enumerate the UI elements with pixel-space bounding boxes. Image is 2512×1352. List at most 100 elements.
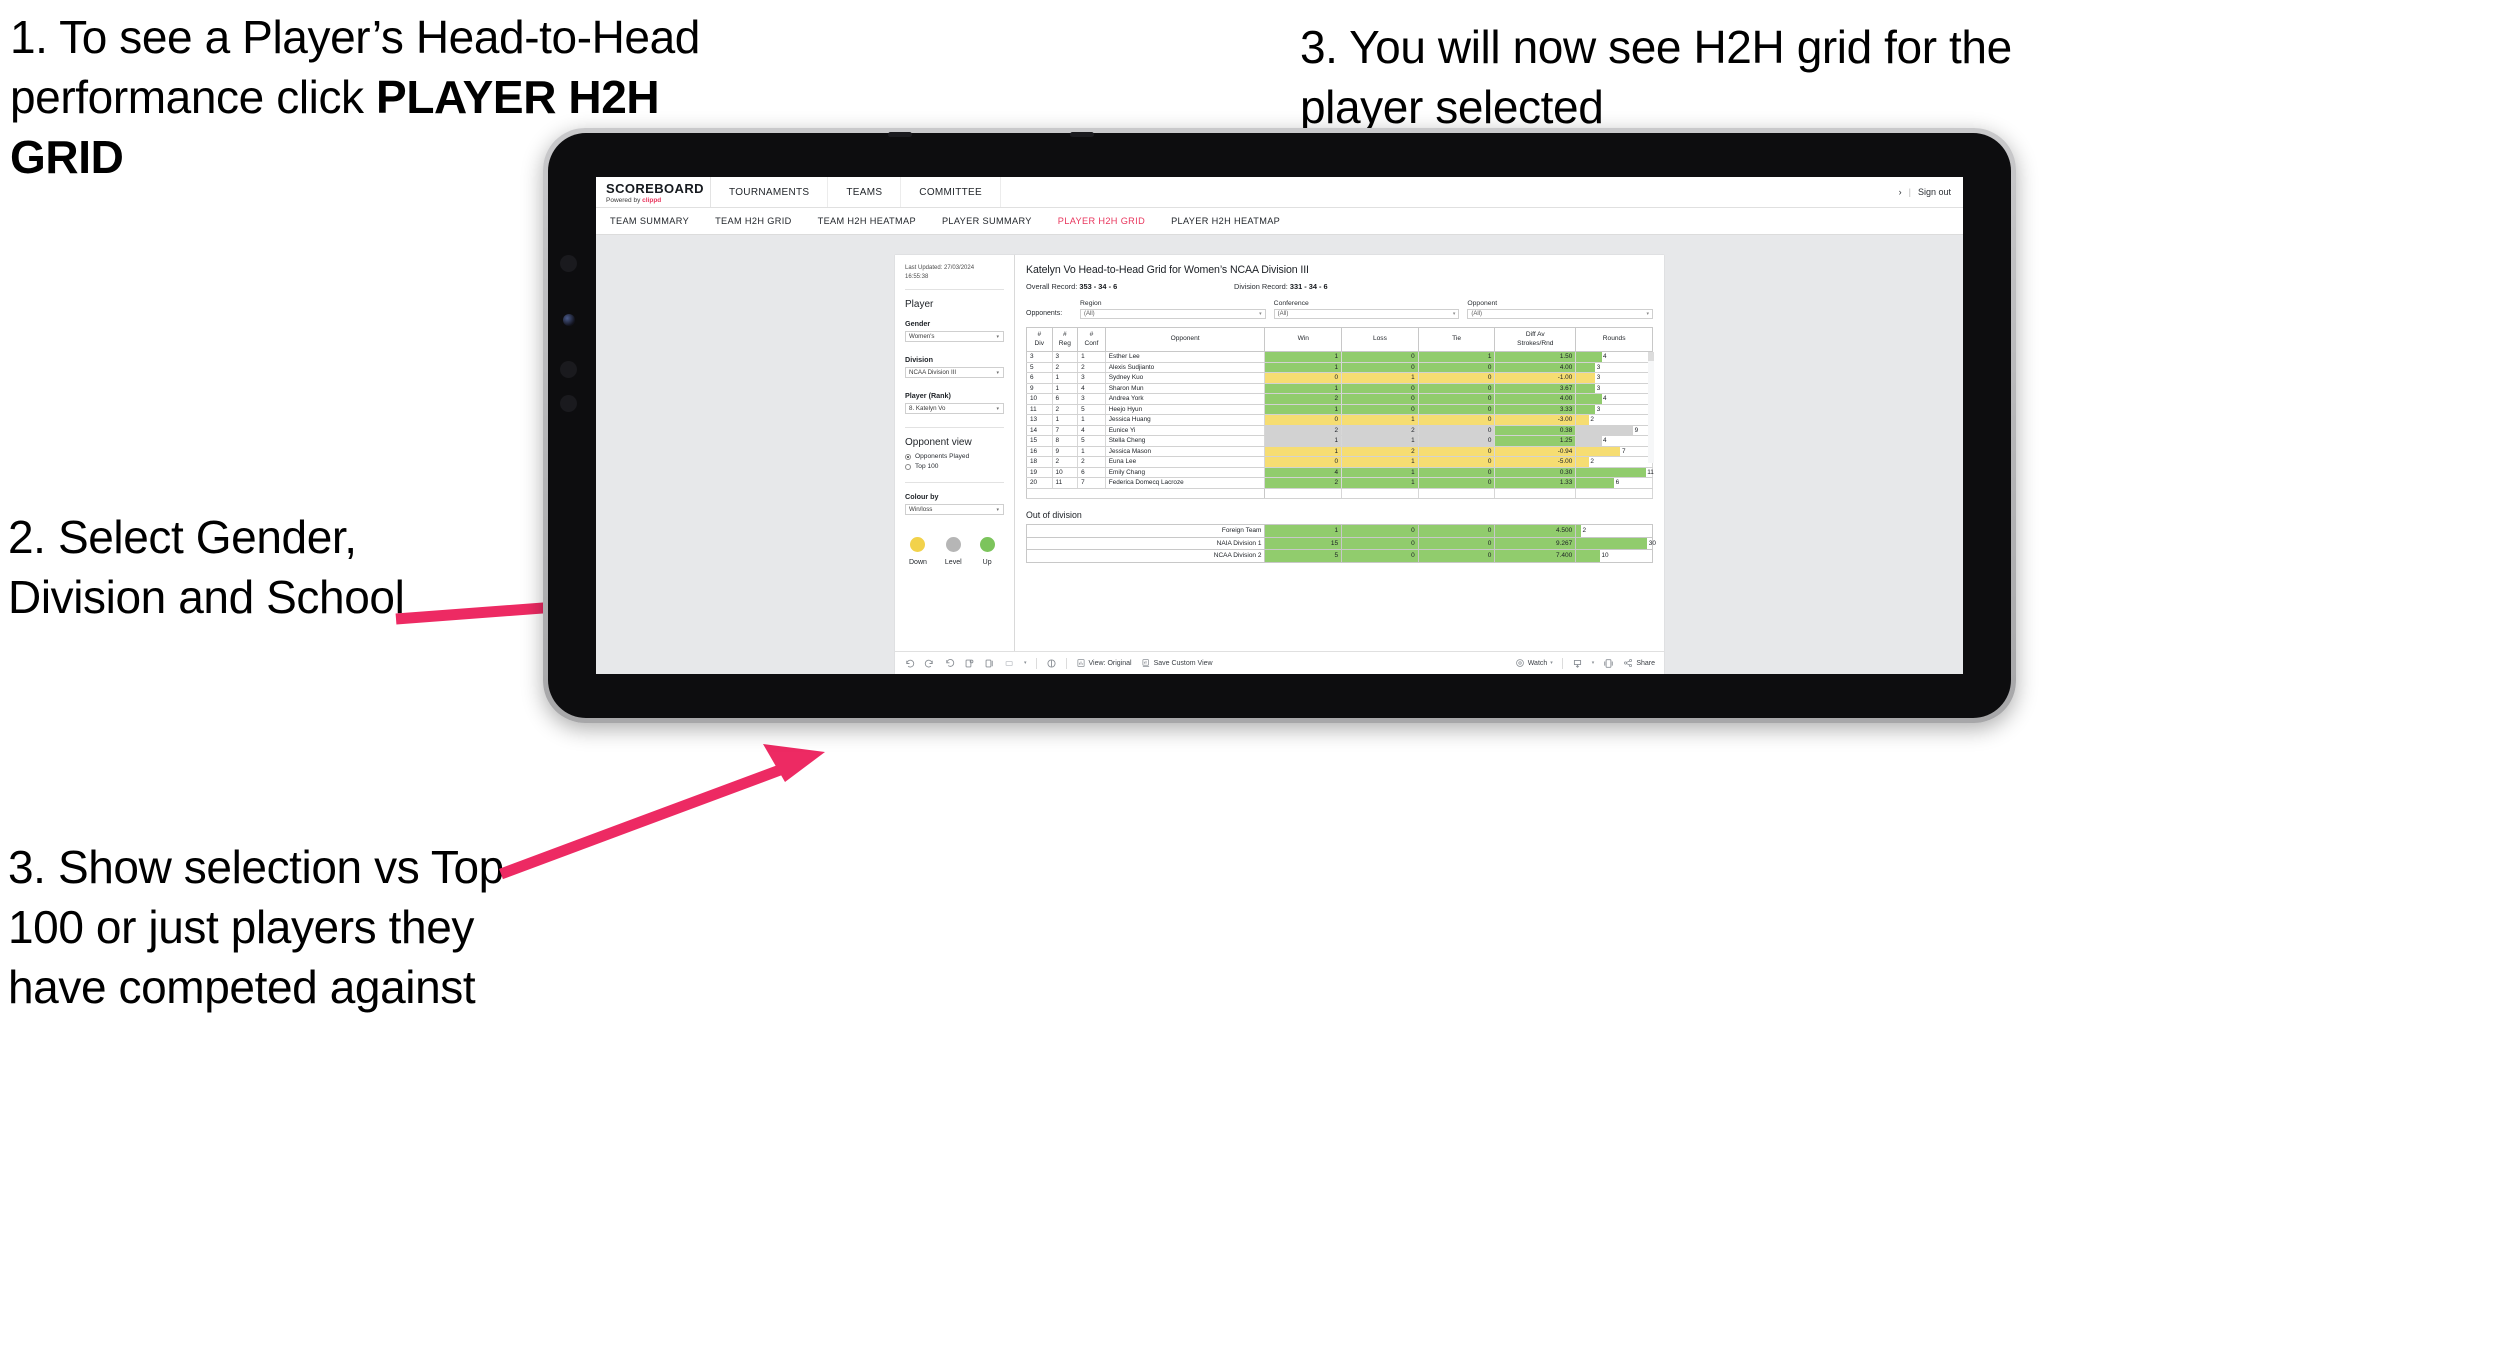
table-row[interactable]: 18 2 2 Euna Lee 0 1 0 -5.00 2: [1026, 456, 1653, 468]
app-logo-text: SCOREBOARD: [606, 180, 704, 196]
cell-win: 5: [1264, 549, 1343, 563]
dashboard-container: Last Updated: 27/03/2024 16:55:38 Player…: [895, 255, 1664, 674]
table-row[interactable]: 20 11 7 Federica Domecq Lacroze 2 1 0 1.33 6: [1026, 477, 1653, 489]
revert-icon[interactable]: [944, 658, 955, 669]
division-record-label: Division Record:: [1234, 282, 1290, 291]
redo-icon[interactable]: [924, 658, 935, 669]
cell-loss: 2: [1341, 425, 1419, 436]
chevron-down-icon[interactable]: ▾: [1592, 660, 1595, 666]
region-select[interactable]: (All) ▾: [1080, 309, 1266, 319]
view-original-button[interactable]: View: Original: [1076, 658, 1132, 668]
division-select[interactable]: NCAA Division III ▾: [905, 367, 1004, 378]
cell-div: 9: [1026, 383, 1053, 394]
tab-team-summary[interactable]: TEAM SUMMARY: [610, 216, 689, 226]
nav-item-teams[interactable]: TEAMS: [828, 177, 902, 207]
download-icon[interactable]: [1572, 658, 1583, 669]
cell-conf: 2: [1077, 362, 1106, 373]
bezel-sensor-top-1: [888, 132, 912, 137]
table-spacer-row: [1025, 488, 1653, 499]
cell-reg: 1: [1051, 383, 1079, 394]
cell-reg: 10: [1051, 467, 1079, 478]
opponent-select[interactable]: (All) ▾: [1467, 309, 1654, 319]
cell-loss: 0: [1341, 524, 1419, 538]
cell-conf: 1: [1077, 446, 1106, 457]
cell-tie: 0: [1417, 404, 1496, 415]
cell-tie: 0: [1417, 372, 1496, 384]
chevron-down-icon[interactable]: ▾: [1024, 660, 1027, 666]
table-row[interactable]: 3 3 1 Esther Lee 1 0 1 1.50 4: [1026, 351, 1653, 363]
cell-win: 0: [1264, 456, 1343, 468]
table-row[interactable]: 19 10 6 Emily Chang 4 1 0 0.30 11: [1026, 467, 1654, 478]
tab-player-summary[interactable]: PLAYER SUMMARY: [942, 216, 1032, 226]
nav-item-tournaments[interactable]: TOURNAMENTS: [711, 177, 829, 207]
table-row[interactable]: 10 6 3 Andrea York 2 0 0 4.00 4: [1026, 393, 1653, 405]
cell-conf: 1: [1077, 414, 1106, 426]
nav-item-committee[interactable]: COMMITTEE: [901, 177, 1001, 207]
cell-div: 16: [1026, 446, 1053, 457]
share-button[interactable]: Share: [1623, 658, 1655, 668]
cell-win: 1: [1264, 383, 1343, 394]
table-scrollbar-thumb[interactable]: [1648, 352, 1654, 361]
pause-auto-updates-icon[interactable]: [1046, 658, 1057, 669]
toolbar-divider: [1065, 657, 1067, 669]
app-logo-subtitle: Powered by clippd: [606, 197, 710, 204]
table-row[interactable]: Foreign Team 1 0 0 4.500 2: [1025, 524, 1653, 538]
cell-win: 2: [1264, 425, 1343, 436]
table-row[interactable]: NCAA Division 2 5 0 0 7.400 10: [1025, 549, 1653, 563]
cell-loss: 0: [1341, 549, 1419, 563]
cell-diff: 0.30: [1494, 467, 1577, 478]
cell-diff: 4.500: [1494, 524, 1577, 538]
tab-player-h2h-heatmap[interactable]: PLAYER H2H HEATMAP: [1171, 216, 1280, 226]
radio-top-100-label: Top 100: [915, 463, 939, 470]
cell-win: 1: [1264, 404, 1343, 415]
cell-rounds: 3: [1575, 362, 1653, 373]
app-logo[interactable]: SCOREBOARD Powered by clippd: [596, 177, 711, 207]
watch-button[interactable]: Watch ▾: [1515, 658, 1553, 668]
cell-reg: 1: [1051, 414, 1079, 426]
save-custom-view-button[interactable]: Save Custom View: [1141, 658, 1213, 668]
account-chevron-icon[interactable]: ›: [1899, 187, 1902, 197]
table-row[interactable]: 13 1 1 Jessica Huang 0 1 0 -3.00 2: [1026, 414, 1653, 426]
cell-conf: 3: [1077, 372, 1106, 384]
cell-opponent: Jessica Huang: [1104, 414, 1266, 426]
dashboard-main: Last Updated: 27/03/2024 16:55:38 Player…: [895, 255, 1664, 651]
table-scrollbar-track[interactable]: [1648, 352, 1654, 463]
table-row[interactable]: 11 2 5 Heejo Hyun 1 0 0 3.33 3: [1026, 404, 1653, 415]
powered-by-text: Powered by: [606, 196, 643, 204]
legend-item-down: Down: [909, 537, 927, 566]
colour-by-select[interactable]: Win/loss ▾: [905, 504, 1004, 515]
cell-opponent: NAIA Division 1: [1025, 536, 1266, 550]
filter-panel: Last Updated: 27/03/2024 16:55:38 Player…: [895, 255, 1015, 651]
chevron-down-icon: ▾: [1550, 660, 1553, 666]
table-row[interactable]: 16 9 1 Jessica Mason 1 2 0 -0.94 7: [1026, 446, 1653, 457]
table-row[interactable]: 9 1 4 Sharon Mun 1 0 0 3.67 3: [1026, 383, 1653, 394]
cell-opponent: Eunice Yi: [1104, 425, 1266, 436]
device-layout-icon[interactable]: [1603, 658, 1614, 669]
cell-reg: 8: [1051, 435, 1079, 447]
conference-select[interactable]: (All) ▾: [1273, 309, 1460, 319]
table-row[interactable]: 5 2 2 Alexis Sudjianto 1 0 0 4.00 3: [1026, 362, 1653, 373]
table-row[interactable]: 14 7 4 Eunice Yi 2 2 0 0.38 9: [1026, 425, 1653, 436]
tab-player-h2h-grid[interactable]: PLAYER H2H GRID: [1058, 216, 1145, 226]
tab-team-h2h-grid[interactable]: TEAM H2H GRID: [715, 216, 792, 226]
refresh-icon[interactable]: [964, 658, 975, 669]
cell-opponent: Esther Lee: [1104, 351, 1266, 363]
table-row[interactable]: 6 1 3 Sydney Kuo 0 1 0 -1.00 3: [1026, 372, 1653, 384]
cell-rounds: 3: [1575, 372, 1653, 384]
radio-opponents-played[interactable]: Opponents Played: [905, 453, 1004, 460]
sign-out-link[interactable]: Sign out: [1918, 187, 1951, 197]
tab-team-h2h-heatmap[interactable]: TEAM H2H HEATMAP: [818, 216, 916, 226]
out-of-division-title: Out of division: [1026, 510, 1082, 520]
table-row[interactable]: 15 8 5 Stella Cheng 1 1 0 1.25 4: [1026, 435, 1653, 447]
cell-conf: 4: [1077, 425, 1106, 436]
gender-select[interactable]: Women's ▾: [905, 331, 1004, 342]
legend-label-up: Up: [982, 559, 992, 566]
cell-conf: 6: [1077, 467, 1106, 478]
undo-icon[interactable]: [904, 658, 915, 669]
table-row[interactable]: NAIA Division 1 15 0 0 9.267 30: [1025, 536, 1656, 550]
pause-icon[interactable]: [984, 658, 995, 669]
cell-win: 2: [1264, 477, 1343, 489]
radio-top-100[interactable]: Top 100: [905, 463, 1004, 470]
player-rank-select[interactable]: 8. Katelyn Vo ▾: [905, 403, 1004, 414]
undo-zoom-icon[interactable]: [1004, 658, 1015, 669]
